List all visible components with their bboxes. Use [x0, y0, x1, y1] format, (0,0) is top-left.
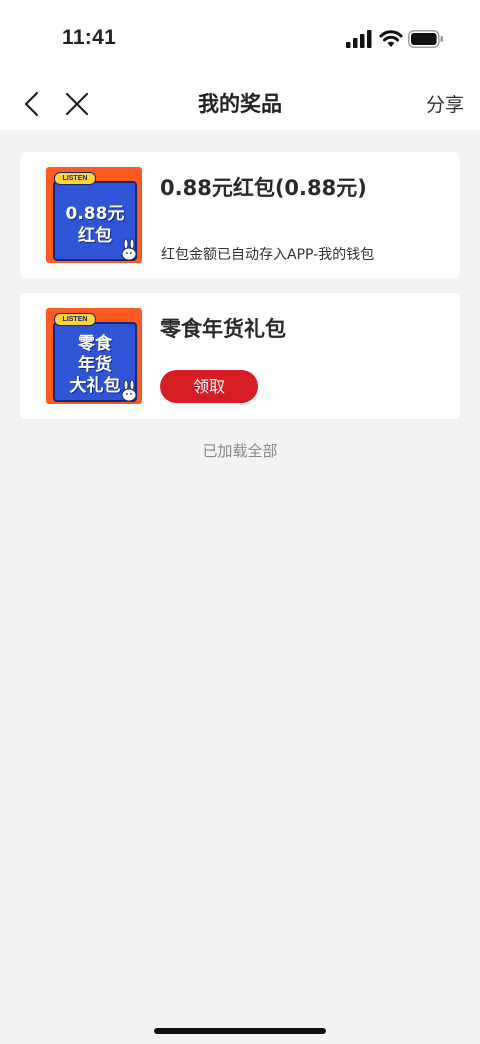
battery-icon [408, 30, 443, 48]
share-button[interactable]: 分享 [426, 90, 464, 117]
nav-bar: 我的奖品 分享 [0, 78, 480, 130]
loaded-all-text: 已加载全部 [202, 442, 278, 460]
cellular-signal-icon [346, 30, 372, 48]
status-bar: 11:41 [0, 0, 480, 78]
thumbnail-text-line: 年货 [78, 355, 112, 375]
prize-title: 0.88元红包(0.88元) [160, 176, 367, 200]
prize-thumbnail: 0.88元 红包 LISTEN [46, 167, 142, 263]
home-indicator[interactable] [154, 1028, 326, 1034]
wifi-icon [379, 30, 403, 47]
page-title: 我的奖品 [198, 92, 282, 116]
status-time: 11:41 [62, 26, 117, 49]
prize-thumbnail: 零食 年货 大礼包 LISTEN [46, 308, 142, 404]
prize-description: 红包金额已自动存入APP-我的钱包 [161, 247, 375, 263]
bunny-icon [121, 239, 137, 261]
claim-button[interactable]: 领取 [160, 370, 258, 403]
thumbnail-tag: LISTEN [54, 313, 96, 326]
bunny-icon [121, 380, 137, 402]
prize-card[interactable]: 0.88元 红包 LISTEN 0.88元红包(0.88元) 红包金额已自动存入… [20, 152, 460, 278]
thumbnail-text-line: 0.88元 [65, 204, 125, 224]
thumbnail-tag: LISTEN [54, 172, 96, 185]
thumbnail-text-line: 零食 [78, 334, 112, 354]
prize-card[interactable]: 零食 年货 大礼包 LISTEN 零食年货礼包 领取 [20, 293, 460, 419]
prize-title: 零食年货礼包 [160, 317, 286, 341]
